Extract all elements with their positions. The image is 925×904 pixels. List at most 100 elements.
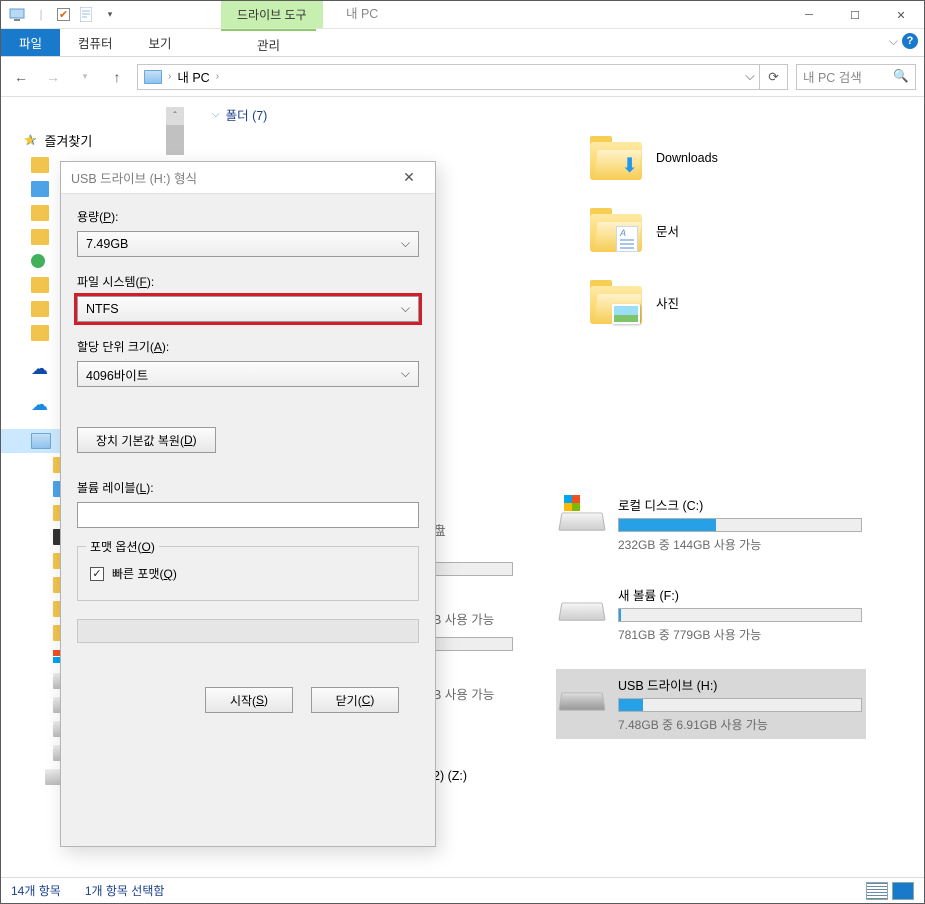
peek-text: B 사용 가능	[433, 684, 494, 703]
recent-dropdown-icon[interactable]: ▾	[73, 65, 97, 89]
search-icon: 🔍	[893, 69, 909, 84]
format-options-group: 포맷 옵션(O) ✓ 빠른 포맷(Q)	[77, 546, 419, 601]
refresh-button[interactable]	[759, 65, 787, 89]
checkbox-icon: ✓	[90, 567, 104, 581]
restore-defaults-button[interactable]: 장치 기본값 복원(D)	[77, 427, 216, 453]
quick-format-label: 빠른 포맷(Q)	[112, 565, 177, 582]
disk-icon	[560, 585, 604, 621]
search-input[interactable]: 내 PC 검색 🔍	[796, 64, 916, 90]
status-item-count: 14개 항목	[11, 882, 61, 899]
pc-icon	[144, 70, 162, 84]
volume-label-label: 볼륨 레이블(L):	[77, 479, 419, 496]
computer-tab[interactable]: 컴퓨터	[60, 29, 131, 56]
scroll-up-icon[interactable]: ˆ	[166, 107, 184, 125]
volume-label-input[interactable]	[77, 502, 419, 528]
quick-format-checkbox[interactable]: ✓ 빠른 포맷(Q)	[90, 565, 406, 582]
status-selected-count: 1개 항목 선택함	[85, 882, 165, 899]
window-title: 내 PC	[346, 3, 378, 22]
chevron-right-icon[interactable]: ›	[216, 71, 219, 82]
up-button[interactable]: ↑	[105, 65, 129, 89]
allocation-dropdown[interactable]: 4096바이트	[77, 361, 419, 387]
drive-subtitle: 7.48GB 중 6.91GB 사용 가능	[618, 716, 862, 733]
folder-icon	[31, 301, 49, 317]
drive-usage-bar	[618, 608, 862, 622]
dialog-titlebar[interactable]: USB 드라이브 (H:) 형식 ✕	[61, 162, 435, 194]
allocation-value: 4096바이트	[86, 365, 148, 384]
close-button[interactable]: ✕	[878, 1, 924, 29]
tree-label: 즐겨찾기	[44, 131, 92, 150]
view-tab[interactable]: 보기	[131, 29, 190, 56]
minimize-button[interactable]: ─	[786, 1, 832, 29]
close-button[interactable]: 닫기(C)	[311, 687, 399, 713]
back-button[interactable]: ←	[9, 65, 33, 89]
cloud-icon: ☁	[31, 359, 48, 379]
peek-bar	[433, 637, 513, 651]
tree-favorites[interactable]: ★ 즐겨찾기	[1, 127, 186, 153]
forward-button[interactable]: →	[41, 65, 65, 89]
drive-c[interactable]: 로컬 디스크 (C:) 232GB 중 144GB 사용 가능	[556, 489, 866, 559]
capacity-label: 용량(P):	[77, 208, 419, 225]
drive-title: 새 볼륨 (F:)	[618, 585, 862, 604]
capacity-dropdown[interactable]: 7.49GB	[77, 231, 419, 257]
folder-label: 사진	[656, 293, 679, 312]
drive-title: 로컬 디스크 (C:)	[618, 495, 862, 514]
format-progress-bar	[77, 619, 419, 643]
help-icon[interactable]: ?	[902, 33, 918, 49]
folder-icon	[31, 157, 49, 173]
peek-text: B 사용 가능	[433, 609, 494, 628]
folder-pictures[interactable]: 사진	[590, 280, 910, 324]
peek-text: 2) (Z:)	[433, 769, 467, 783]
address-bar[interactable]: › 내 PC › ⌵	[137, 64, 788, 90]
documents-folder-icon	[590, 208, 642, 252]
file-tab[interactable]: 파일	[1, 29, 60, 56]
local-disk-icon	[560, 495, 604, 531]
allocation-label: 할당 단위 크기(A):	[77, 338, 419, 355]
folder-icon	[31, 205, 49, 221]
peek-bar	[433, 562, 513, 576]
ribbon-expand-icon[interactable]: ⌵	[889, 34, 898, 49]
filesystem-label: 파일 시스템(F):	[77, 273, 419, 290]
folder-icon	[31, 181, 49, 197]
ribbon-tabs: 파일 컴퓨터 보기 관리 ⌵ ?	[1, 29, 924, 57]
status-bar: 14개 항목 1개 항목 선택함	[1, 877, 924, 903]
document-icon[interactable]	[78, 7, 94, 23]
qat-dropdown-icon[interactable]: ▾	[102, 7, 118, 23]
group-header-folders[interactable]: ⌵ 폴더 (7)	[212, 99, 924, 136]
scrollbar-thumb[interactable]	[166, 125, 184, 155]
cloud-icon: ☁	[31, 395, 48, 415]
folder-downloads[interactable]: ⬇ Downloads	[590, 136, 910, 180]
capacity-value: 7.49GB	[86, 237, 128, 251]
drives-column: 로컬 디스크 (C:) 232GB 중 144GB 사용 가능 새 볼륨 (F:…	[556, 449, 866, 739]
drive-f[interactable]: 새 볼륨 (F:) 781GB 중 779GB 사용 가능	[556, 579, 866, 649]
address-dropdown-icon[interactable]: ⌵	[741, 65, 759, 89]
format-dialog: USB 드라이브 (H:) 형식 ✕ 용량(P): 7.49GB 파일 시스템(…	[60, 161, 436, 847]
details-view-button[interactable]	[866, 882, 888, 900]
folder-icon	[31, 229, 49, 245]
quick-access-toolbar: | ✔ ▾	[1, 7, 118, 23]
breadcrumb[interactable]: 내 PC	[177, 67, 209, 86]
manage-tab[interactable]: 관리	[221, 29, 316, 57]
drive-title: USB 드라이브 (H:)	[618, 675, 862, 694]
star-icon: ★	[23, 131, 36, 149]
filesystem-value: NTFS	[86, 302, 119, 316]
start-button[interactable]: 시작(S)	[205, 687, 293, 713]
checkbox-icon[interactable]: ✔	[57, 8, 70, 21]
filesystem-dropdown[interactable]: NTFS	[77, 296, 419, 322]
downloads-folder-icon: ⬇	[590, 136, 642, 180]
folder-documents[interactable]: 문서	[590, 208, 910, 252]
group-label: 폴더 (7)	[226, 105, 268, 124]
drive-subtitle: 232GB 중 144GB 사용 가능	[618, 536, 862, 553]
folder-icon	[31, 325, 49, 341]
thumbnails-view-button[interactable]	[892, 882, 914, 900]
chevron-right-icon[interactable]: ›	[168, 71, 171, 82]
folder-icon	[31, 277, 49, 293]
drive-h-selected[interactable]: USB 드라이브 (H:) 7.48GB 중 6.91GB 사용 가능	[556, 669, 866, 739]
window-titlebar: | ✔ ▾ 드라이브 도구 내 PC ─ ☐ ✕	[1, 1, 924, 29]
drive-usage-bar	[618, 698, 862, 712]
pc-icon	[9, 7, 25, 23]
maximize-button[interactable]: ☐	[832, 1, 878, 29]
status-icon	[31, 254, 45, 268]
pictures-folder-icon	[590, 280, 642, 324]
dialog-title: USB 드라이브 (H:) 형식	[71, 168, 197, 187]
dialog-close-button[interactable]: ✕	[393, 163, 425, 193]
